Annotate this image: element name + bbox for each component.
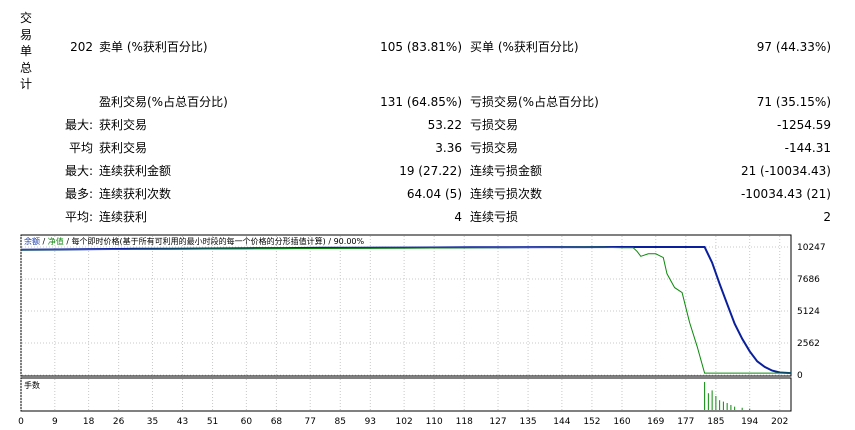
stat-prefix: 最大: bbox=[64, 118, 93, 132]
stat-right-value: -10034.43 (21) bbox=[740, 187, 831, 201]
legend-separator: / bbox=[64, 237, 72, 246]
x-tick-label: 118 bbox=[456, 417, 473, 427]
total-trades-value: 202 bbox=[70, 40, 93, 54]
y-axis-labels: 0 2562 5124 7686 10247 bbox=[797, 243, 826, 381]
chart-legend: 余额 / 净值 / 每个即时价格(基于所有可利用的最小时段的每一个价格的分形插值… bbox=[24, 236, 364, 246]
y-tick-label: 7686 bbox=[797, 275, 820, 285]
x-tick-label: 110 bbox=[426, 417, 443, 427]
title-char: 单 bbox=[20, 44, 33, 58]
loss-trades-value: 71 (35.15%) bbox=[756, 95, 831, 109]
y-tick-label: 2562 bbox=[797, 339, 820, 349]
stat-left-value: 64.04 (5) bbox=[406, 187, 462, 201]
legend-balance: 余额 bbox=[24, 236, 40, 246]
x-tick-label: 169 bbox=[647, 417, 664, 427]
x-tick-label: 60 bbox=[241, 417, 253, 427]
stat-prefix: 最多: bbox=[64, 187, 93, 201]
stat-right-value: 2 bbox=[823, 210, 831, 224]
legend-quality: 90.00% bbox=[334, 237, 365, 246]
stat-prefix: 平均: bbox=[64, 210, 93, 224]
stat-left-label: 连续获利金额 bbox=[99, 164, 172, 178]
x-tick-label: 144 bbox=[553, 417, 570, 427]
x-tick-label: 160 bbox=[613, 417, 630, 427]
trade-summary-title: 交 易 单 总 计 bbox=[20, 10, 34, 93]
x-tick-label: 185 bbox=[707, 417, 724, 427]
stat-right-label: 连续亏损次数 bbox=[470, 187, 543, 201]
title-char: 总 bbox=[20, 60, 33, 75]
x-tick-label: 18 bbox=[83, 417, 95, 427]
title-char: 易 bbox=[20, 27, 33, 42]
x-tick-label: 194 bbox=[741, 417, 758, 427]
x-tick-label: 43 bbox=[177, 417, 188, 427]
x-tick-label: 77 bbox=[304, 417, 315, 427]
x-tick-label: 152 bbox=[583, 417, 600, 427]
stat-right-value: 21 (-10034.43) bbox=[740, 164, 831, 178]
legend-separator: / bbox=[40, 237, 48, 246]
y-tick-label: 5124 bbox=[797, 307, 820, 317]
x-tick-label: 177 bbox=[677, 417, 694, 427]
balance-equity-chart: 余额 / 净值 / 每个即时价格(基于所有可利用的最小时段的每一个价格的分形插值… bbox=[18, 234, 826, 427]
x-tick-label: 127 bbox=[489, 417, 506, 427]
x-tick-label: 26 bbox=[113, 417, 125, 427]
x-tick-label: 51 bbox=[207, 417, 218, 427]
legend-equity: 净值 bbox=[48, 236, 64, 246]
x-tick-label: 35 bbox=[147, 417, 158, 427]
stat-prefix: 最大: bbox=[64, 164, 93, 178]
volume-label: 手数 bbox=[24, 380, 40, 390]
stat-left-value: 53.22 bbox=[427, 118, 462, 132]
x-tick-label: 202 bbox=[771, 417, 788, 427]
stat-left-label: 获利交易 bbox=[99, 141, 148, 155]
y-tick-label: 0 bbox=[797, 371, 803, 381]
main-plot-frame bbox=[20, 234, 792, 377]
stat-left-value: 19 (27.22) bbox=[399, 164, 462, 178]
stat-left-label: 连续获利次数 bbox=[99, 187, 172, 201]
x-tick-label: 102 bbox=[396, 417, 413, 427]
volume-plot-frame bbox=[20, 377, 792, 412]
legend-separator: / bbox=[326, 237, 334, 246]
profit-trades-value: 131 (64.85%) bbox=[380, 95, 462, 109]
stat-left-value: 3.36 bbox=[435, 141, 462, 155]
buy-trades-value: 97 (44.33%) bbox=[756, 40, 831, 54]
sell-trades-value: 105 (83.81%) bbox=[380, 40, 462, 54]
x-tick-label: 135 bbox=[519, 417, 536, 427]
x-axis-labels: 0 9 18 26 35 43 51 60 68 77 85 93 102 110 118 127 135 144… bbox=[18, 417, 788, 427]
profit-trades-label: 盈利交易(%占总百分比) bbox=[99, 95, 228, 109]
buy-trades-label: 买单 (%获利百分比) bbox=[470, 40, 579, 54]
stat-right-value: -1254.59 bbox=[777, 118, 831, 132]
x-tick-label: 0 bbox=[18, 417, 24, 427]
stat-left-value: 4 bbox=[454, 210, 462, 224]
x-tick-label: 68 bbox=[271, 417, 283, 427]
x-tick-label: 85 bbox=[335, 417, 346, 427]
title-char: 交 bbox=[20, 11, 33, 25]
stat-right-value: -144.31 bbox=[784, 141, 831, 155]
stat-right-label: 连续亏损金额 bbox=[470, 164, 543, 178]
loss-trades-label: 亏损交易(%占总百分比) bbox=[470, 95, 599, 109]
stat-right-label: 连续亏损 bbox=[470, 210, 519, 224]
sell-trades-label: 卖单 (%获利百分比) bbox=[99, 40, 208, 54]
stat-left-label: 连续获利 bbox=[99, 210, 148, 224]
y-tick-label: 10247 bbox=[797, 243, 826, 253]
legend-model: 每个即时价格(基于所有可利用的最小时段的每一个价格的分形插值计算) bbox=[72, 236, 326, 246]
stat-left-label: 获利交易 bbox=[99, 118, 148, 132]
stat-right-label: 亏损交易 bbox=[470, 141, 519, 155]
title-char: 计 bbox=[20, 77, 33, 91]
x-tick-label: 9 bbox=[52, 417, 58, 427]
stat-prefix: 平均 bbox=[68, 141, 93, 155]
x-tick-label: 93 bbox=[365, 417, 376, 427]
stat-right-label: 亏损交易 bbox=[470, 118, 519, 132]
